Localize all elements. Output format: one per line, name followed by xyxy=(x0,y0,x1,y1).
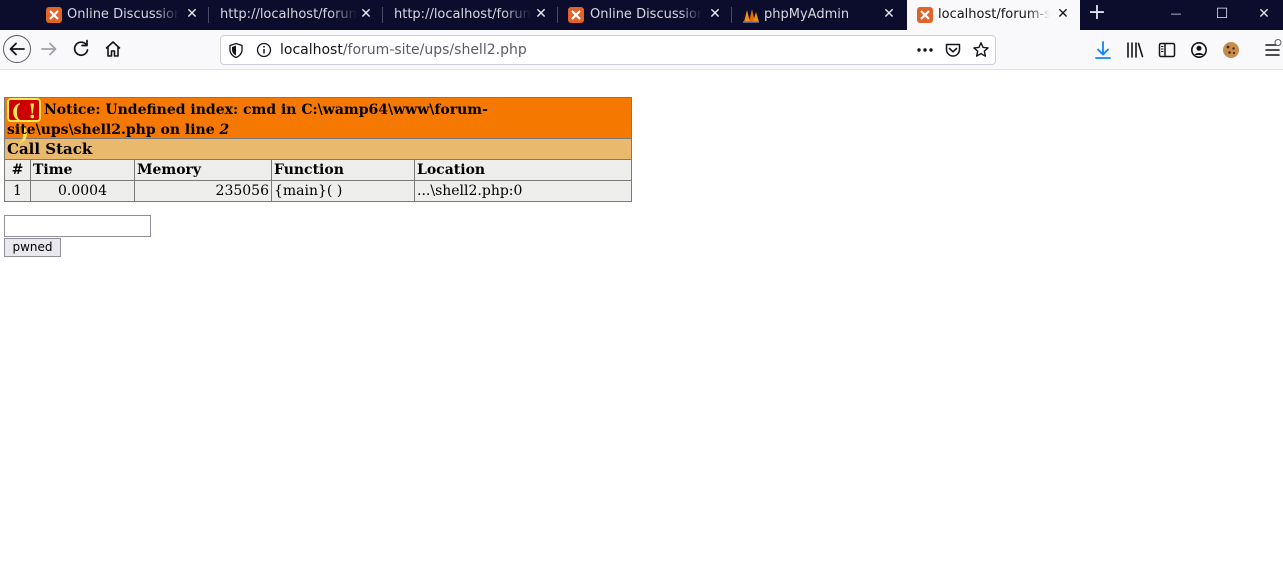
close-icon[interactable]: ✕ xyxy=(359,6,373,22)
cell-location: ...\shell2.php:0 xyxy=(414,180,632,202)
notice-header: ( ! )Notice: Undefined index: cmd in C:\… xyxy=(4,97,632,144)
tab-title: http://localhost/forum-site/ xyxy=(220,7,357,22)
close-icon[interactable]: ✕ xyxy=(1056,6,1070,22)
cmd-input[interactable] xyxy=(4,215,151,237)
tab-title: localhost/forum-site/ups/shell2.php xyxy=(938,7,1050,22)
site-info-icon[interactable] xyxy=(256,42,272,62)
tab-localhost-forum-site-2[interactable]: http://localhost/forum-site/ ✕ xyxy=(383,0,558,30)
url-bar[interactable]: localhost/forum-site/ups/shell2.php xyxy=(220,35,996,65)
tab-online-discussion-forum-1[interactable]: Online Discussion Forum ✕ xyxy=(36,0,209,30)
close-icon[interactable]: ✕ xyxy=(534,6,548,22)
notice-text: Notice: Undefined index: cmd in C:\wamp6… xyxy=(7,102,488,138)
new-tab-button[interactable]: + xyxy=(1081,0,1113,30)
reload-icon xyxy=(73,39,89,57)
bookmark-star-icon[interactable] xyxy=(972,41,990,63)
tab-title: Online Discussion Forum xyxy=(590,7,702,22)
maximize-button[interactable]: ☐ xyxy=(1199,0,1245,30)
column-header-row: # Time Memory Function Location xyxy=(4,159,632,181)
url-host: localhost xyxy=(280,42,343,58)
account-icon[interactable] xyxy=(1188,39,1210,61)
column-header-location: Location xyxy=(414,159,632,181)
tab-title: http://localhost/forum-site/ xyxy=(394,7,531,22)
forward-arrow-icon xyxy=(41,42,57,56)
xampp-icon xyxy=(917,7,933,23)
xampp-icon xyxy=(46,7,62,23)
pocket-icon[interactable] xyxy=(944,41,962,63)
pwned-button[interactable]: pwned xyxy=(4,238,61,257)
column-header-function: Function xyxy=(271,159,415,181)
notice-line-number: 2 xyxy=(219,122,230,138)
home-button[interactable] xyxy=(98,34,128,64)
reload-button[interactable] xyxy=(66,34,96,64)
library-icon[interactable] xyxy=(1124,39,1146,61)
tab-online-discussion-forum-2[interactable]: Online Discussion Forum ✕ xyxy=(558,0,732,30)
phpmyadmin-icon xyxy=(742,7,759,23)
sidebar-icon[interactable] xyxy=(1156,39,1178,61)
close-window-button[interactable]: ✕ xyxy=(1245,0,1283,30)
call-stack-title: Call Stack xyxy=(4,138,632,160)
url-path: /forum-site/ups/shell2.php xyxy=(342,42,527,58)
notice-row: ( ! )Notice: Undefined index: cmd in C:\… xyxy=(4,97,632,144)
call-stack-title-row: Call Stack xyxy=(4,138,632,160)
tab-localhost-forum-site-1[interactable]: http://localhost/forum-site/ ✕ xyxy=(209,0,383,30)
cell-function: {main}( ) xyxy=(271,180,415,202)
url-text[interactable]: localhost/forum-site/ups/shell2.php xyxy=(280,42,527,58)
home-icon xyxy=(105,41,121,57)
close-icon[interactable]: ✕ xyxy=(185,6,199,22)
xdebug-error-table: ( ! )Notice: Undefined index: cmd in C:\… xyxy=(4,97,632,202)
close-icon[interactable]: ✕ xyxy=(708,6,722,22)
cookie-extension-icon[interactable] xyxy=(1220,39,1242,61)
forward-button[interactable] xyxy=(34,34,64,64)
page-content: ( ! )Notice: Undefined index: cmd in C:\… xyxy=(0,71,1283,576)
menu-icon[interactable] xyxy=(1262,39,1283,61)
column-header-memory: Memory xyxy=(134,159,272,181)
navigation-toolbar: localhost/forum-site/ups/shell2.php xyxy=(0,30,1283,70)
cell-num: 1 xyxy=(4,180,31,202)
error-badge-icon: ( ! ) xyxy=(7,98,41,144)
tracking-shield-icon[interactable] xyxy=(228,42,244,63)
column-header-time: Time xyxy=(30,159,135,181)
cell-memory: 235056 xyxy=(134,180,272,202)
back-arrow-icon xyxy=(3,35,31,63)
close-icon[interactable]: ✕ xyxy=(882,6,896,22)
tab-title: phpMyAdmin xyxy=(764,7,850,22)
column-header-num: # xyxy=(4,159,31,181)
xampp-icon xyxy=(568,7,584,23)
page-actions-icon[interactable] xyxy=(915,42,935,62)
tab-title: Online Discussion Forum xyxy=(67,7,179,22)
download-icon[interactable] xyxy=(1092,39,1114,61)
back-button[interactable] xyxy=(2,34,32,64)
cell-time: 0.0004 xyxy=(30,180,135,202)
tab-phpmyadmin[interactable]: phpMyAdmin ✕ xyxy=(732,0,907,30)
tab-strip: Online Discussion Forum ✕ http://localho… xyxy=(0,0,1283,30)
tab-shell2-active[interactable]: localhost/forum-site/ups/shell2.php ✕ xyxy=(907,0,1080,30)
table-row: 1 0.0004 235056 {main}( ) ...\shell2.php… xyxy=(4,180,632,202)
minimize-button[interactable]: — xyxy=(1153,0,1199,30)
